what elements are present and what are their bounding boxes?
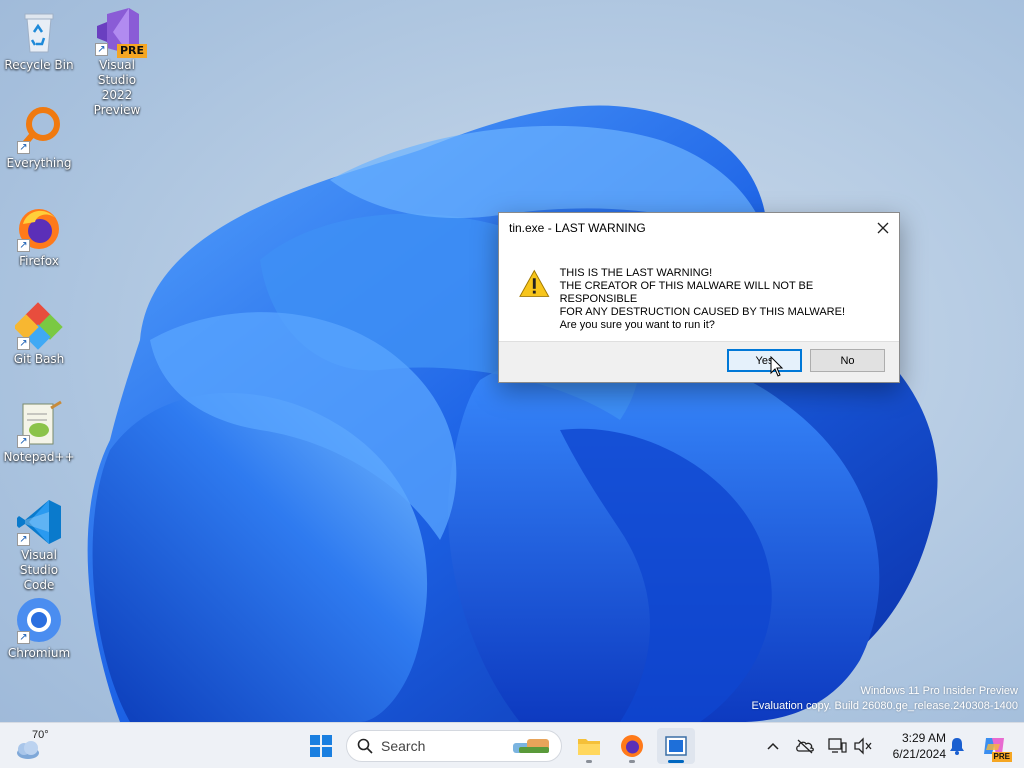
mouse-cursor-icon bbox=[770, 356, 784, 377]
git-bash-icon: ↗ bbox=[13, 302, 63, 350]
taskbar-tin-app[interactable] bbox=[657, 728, 695, 764]
search-icon bbox=[357, 738, 373, 754]
app-window-icon bbox=[665, 736, 687, 756]
notifications-button[interactable] bbox=[946, 735, 968, 757]
desktop-icon-git-bash[interactable]: ↗ Git Bash bbox=[1, 302, 77, 367]
copilot-preview-badge: PRE bbox=[991, 752, 1012, 762]
desktop-icon-label: Chromium bbox=[7, 646, 71, 660]
firefox-icon bbox=[621, 735, 643, 757]
shortcut-arrow-icon: ↗ bbox=[17, 239, 30, 252]
dialog-close-button[interactable] bbox=[867, 213, 899, 243]
cloud-weather-icon bbox=[17, 741, 39, 759]
desktop-icon-label: Visual Studio bbox=[97, 58, 137, 87]
watermark-line: Evaluation copy. Build 26080.ge_release.… bbox=[751, 700, 1018, 712]
watermark-line: Windows 11 Pro Insider Preview bbox=[860, 685, 1018, 697]
onedrive-tray-button[interactable] bbox=[794, 735, 816, 757]
dialog-message: THIS IS THE LAST WARNING! THE CREATOR OF… bbox=[560, 267, 879, 342]
desktop-icon-label: Firefox bbox=[19, 254, 59, 268]
clock-date: 6/21/2024 bbox=[892, 747, 946, 761]
yes-button[interactable]: Yes bbox=[727, 349, 802, 372]
dialog-footer: Yes No bbox=[499, 341, 899, 382]
taskbar-firefox[interactable] bbox=[613, 728, 651, 764]
warning-icon bbox=[519, 269, 550, 297]
copilot-button[interactable]: PRE bbox=[980, 732, 1012, 762]
desktop-icon-label: Notepad++ bbox=[3, 450, 75, 464]
desktop-icon-chromium[interactable]: ↗ Chromium bbox=[1, 596, 77, 661]
chevron-up-icon bbox=[767, 742, 779, 750]
search-placeholder: Search bbox=[381, 738, 426, 754]
dialog-message-line: FOR ANY DESTRUCTION CAUSED BY THIS MALWA… bbox=[559, 306, 846, 318]
search-highlight-icon bbox=[513, 739, 549, 753]
show-hidden-icons-button[interactable] bbox=[762, 735, 784, 757]
os-watermark: Windows 11 Pro Insider Preview Evaluatio… bbox=[752, 684, 1018, 714]
firefox-icon: ↗ bbox=[15, 204, 63, 252]
desktop-icon-label: Recycle Bin bbox=[4, 58, 74, 72]
network-tray-button[interactable] bbox=[826, 735, 848, 757]
speaker-muted-icon bbox=[854, 737, 872, 755]
desktop-icon-everything[interactable]: ↗ Everything bbox=[1, 106, 77, 171]
shortcut-arrow-icon: ↗ bbox=[17, 141, 30, 154]
active-indicator bbox=[668, 760, 684, 763]
cloud-offline-icon bbox=[796, 739, 814, 754]
shortcut-arrow-icon: ↗ bbox=[17, 631, 30, 644]
preview-badge: PRE bbox=[116, 44, 147, 58]
weather-temperature: 70° bbox=[32, 729, 49, 741]
dialog-body: THIS IS THE LAST WARNING! THE CREATOR OF… bbox=[499, 243, 899, 342]
shortcut-arrow-icon: ↗ bbox=[17, 337, 30, 350]
shortcut-arrow-icon: ↗ bbox=[17, 435, 30, 448]
desktop-icon-label: Visual Studio bbox=[19, 548, 59, 577]
desktop-icon-firefox[interactable]: ↗ Firefox bbox=[1, 204, 77, 269]
desktop-icon-vscode[interactable]: ↗ Visual Studio Code bbox=[1, 498, 77, 593]
folder-icon bbox=[578, 739, 600, 755]
everything-search-icon: ↗ bbox=[15, 106, 63, 154]
network-icon bbox=[828, 738, 847, 753]
desktop-icon-label: Code bbox=[23, 578, 55, 592]
dialog-message-line: Are you sure you want to run it? bbox=[559, 319, 715, 331]
desktop-icon-label: Everything bbox=[6, 156, 72, 170]
dialog-title: tin.exe - LAST WARNING bbox=[509, 221, 646, 235]
desktop-icon-label: Git Bash bbox=[13, 352, 65, 366]
taskbar-clock[interactable]: 3:29 AM 6/21/2024 bbox=[880, 730, 946, 762]
running-indicator bbox=[629, 760, 635, 763]
visual-studio-preview-icon: ↗ PRE bbox=[93, 8, 147, 58]
warning-dialog: tin.exe - LAST WARNING THIS IS THE LAST … bbox=[498, 212, 900, 383]
taskbar-file-explorer[interactable] bbox=[570, 728, 608, 764]
running-indicator bbox=[586, 760, 592, 763]
bell-icon bbox=[950, 738, 964, 755]
dialog-message-line: THIS IS THE LAST WARNING! bbox=[559, 267, 713, 279]
desktop-icon-notepad-plus-plus[interactable]: ↗ Notepad++ bbox=[1, 400, 77, 465]
desktop-icon-recycle-bin[interactable]: Recycle Bin bbox=[1, 8, 77, 73]
notepad-plus-plus-icon: ↗ bbox=[15, 400, 63, 448]
recycle-bin-icon bbox=[15, 8, 63, 56]
close-icon bbox=[877, 222, 889, 234]
chromium-icon: ↗ bbox=[15, 596, 63, 644]
shortcut-arrow-icon: ↗ bbox=[17, 533, 30, 546]
desktop-icon-visual-studio-preview[interactable]: ↗ PRE Visual Studio 2022 Preview bbox=[79, 8, 155, 118]
start-button[interactable] bbox=[302, 728, 340, 764]
dialog-message-line: THE CREATOR OF THIS MALWARE WILL NOT BE … bbox=[559, 280, 814, 305]
dialog-title-bar[interactable]: tin.exe - LAST WARNING bbox=[499, 213, 899, 243]
taskbar-search-box[interactable]: Search bbox=[346, 730, 562, 762]
shortcut-arrow-icon: ↗ bbox=[95, 43, 108, 56]
weather-widget[interactable]: 70° bbox=[14, 729, 58, 763]
volume-tray-button[interactable] bbox=[852, 735, 874, 757]
vscode-icon: ↗ bbox=[15, 498, 63, 546]
clock-time: 3:29 AM bbox=[901, 731, 946, 745]
taskbar: 70° Search 3:29 AM 6/21/2024 PRE bbox=[0, 722, 1024, 768]
desktop-icon-label: 2022 Preview bbox=[93, 88, 141, 117]
no-button[interactable]: No bbox=[810, 349, 885, 372]
windows-logo-icon bbox=[310, 735, 332, 757]
